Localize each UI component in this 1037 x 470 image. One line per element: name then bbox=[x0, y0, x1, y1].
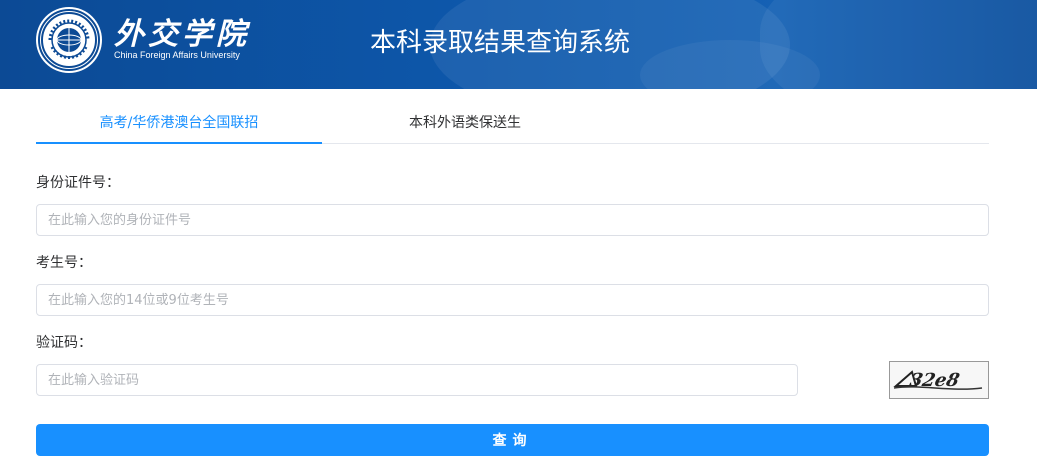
exam-number-input[interactable] bbox=[36, 284, 989, 316]
captcha-image[interactable]: 32e8 bbox=[889, 361, 989, 399]
tab-bar: 高考/华侨港澳台全国联招 本科外语类保送生 bbox=[36, 103, 989, 144]
university-seal-icon bbox=[38, 9, 100, 71]
id-number-input[interactable] bbox=[36, 204, 989, 236]
system-title: 本科录取结果查询系统 bbox=[370, 28, 631, 58]
query-button[interactable]: 查询 bbox=[36, 424, 989, 456]
tab-foreign-language-recommended[interactable]: 本科外语类保送生 bbox=[322, 103, 608, 144]
tab-gaokao[interactable]: 高考/华侨港澳台全国联招 bbox=[36, 103, 322, 144]
university-name-en: China Foreign Affairs University bbox=[114, 50, 240, 60]
captcha-input[interactable] bbox=[36, 364, 798, 396]
university-name-cn: 外交学院 bbox=[114, 17, 250, 52]
exam-number-label: 考生号： bbox=[36, 255, 92, 271]
captcha-label: 验证码： bbox=[36, 335, 92, 351]
header-banner: 外交学院 China Foreign Affairs University 本科… bbox=[0, 0, 1037, 89]
id-number-label: 身份证件号： bbox=[36, 175, 120, 191]
captcha-text: 32e8 bbox=[908, 370, 962, 391]
